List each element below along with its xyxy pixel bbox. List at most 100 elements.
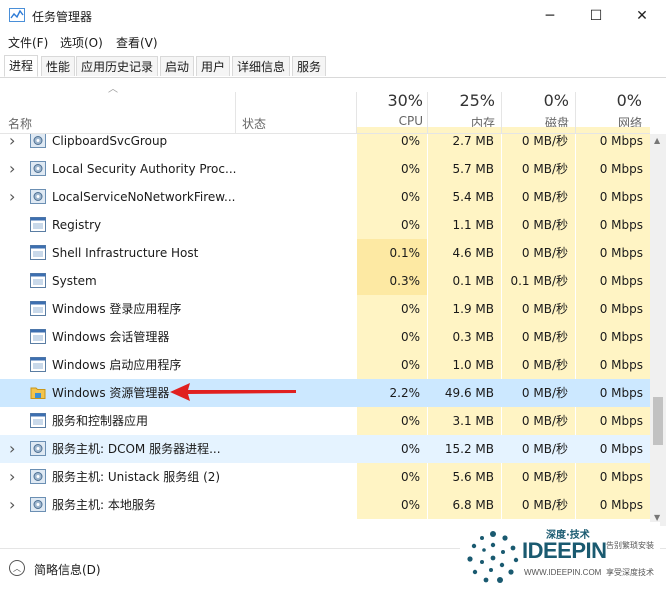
process-row[interactable]: Windows 启动应用程序 0% 1.0 MB 0 MB/秒 0 Mbps xyxy=(0,351,650,379)
cpu-value: 0% xyxy=(400,442,420,456)
process-row[interactable]: › Local Security Authority Proc... 0% 5.7 M… xyxy=(0,155,650,183)
expand-chevron-icon[interactable]: › xyxy=(9,435,15,463)
tab-performance[interactable]: 性能 xyxy=(41,56,76,76)
cpu-value: 0% xyxy=(357,351,427,379)
menu-options[interactable]: 选项(O) xyxy=(60,34,103,51)
process-name: Windows 会话管理器 xyxy=(52,330,170,344)
cpu-value: 0.3% xyxy=(357,267,427,295)
network-value: 0 Mbps xyxy=(576,239,650,267)
process-row[interactable]: Windows 登录应用程序 0% 1.9 MB 0 MB/秒 0 Mbps xyxy=(0,295,650,323)
gear-icon xyxy=(30,469,46,484)
memory-total[interactable]: 25% xyxy=(428,91,495,110)
process-name: 服务主机: DCOM 服务器进程... xyxy=(52,442,221,456)
close-button[interactable]: ✕ xyxy=(619,0,665,31)
process-row[interactable]: Windows 资源管理器 2.2% 49.6 MB 0 MB/秒 0 Mbps xyxy=(0,379,650,407)
process-row[interactable]: System 0.3% 0.1 MB 0.1 MB/秒 0 Mbps xyxy=(0,267,650,295)
process-name: 服务和控制器应用 xyxy=(52,414,149,428)
process-row[interactable]: Windows 会话管理器 0% 0.3 MB 0 MB/秒 0 Mbps xyxy=(0,323,650,351)
menu-bar: 文件(F) 选项(O) 查看(V) xyxy=(0,31,666,53)
window-icon xyxy=(30,245,46,260)
network-value: 0 Mbps xyxy=(576,407,650,435)
memory-value: 49.6 MB xyxy=(444,386,494,400)
cpu-value: 0% xyxy=(357,407,427,435)
process-row[interactable]: › 服务主机: 本地服务 0% 6.8 MB 0 MB/秒 0 Mbps xyxy=(0,491,650,519)
cpu-value: 0% xyxy=(357,323,427,351)
cpu-value: 2.2% xyxy=(389,386,421,400)
expand-chevron-icon[interactable]: › xyxy=(9,155,15,183)
maximize-button[interactable]: ☐ xyxy=(573,0,619,31)
tab-startup[interactable]: 启动 xyxy=(160,56,195,76)
cpu-total[interactable]: 30% xyxy=(357,91,423,110)
collapse-up-icon[interactable]: ︿ xyxy=(9,560,25,576)
watermark-url: WWW.IDEEPIN.COM xyxy=(524,568,602,577)
vertical-scrollbar[interactable] xyxy=(650,134,666,526)
fewer-details-link[interactable]: 简略信息(D) xyxy=(34,561,101,578)
ideepin-logo-icon xyxy=(467,531,519,583)
gear-icon xyxy=(30,161,46,176)
network-value: 0 Mbps xyxy=(576,323,650,351)
network-value: 0 Mbps xyxy=(576,463,650,491)
process-name: System xyxy=(52,274,97,288)
memory-value: 4.6 MB xyxy=(428,239,501,267)
window-icon xyxy=(30,273,46,288)
cpu-value: 0% xyxy=(357,491,427,519)
disk-total[interactable]: 0% xyxy=(502,91,569,110)
process-name: Windows 启动应用程序 xyxy=(52,358,182,372)
process-name: Windows 资源管理器 xyxy=(52,386,170,400)
disk-value: 0.1 MB/秒 xyxy=(502,267,575,295)
header-divider xyxy=(0,133,650,134)
memory-value: 5.4 MB xyxy=(428,183,501,211)
scroll-thumb[interactable] xyxy=(653,397,663,445)
process-name: Shell Infrastructure Host xyxy=(52,246,199,260)
ideepin-watermark: 深度·技术 IDEEPIN 告别繁琐安装 WWW.IDEEPIN.COM 享受深… xyxy=(460,522,660,590)
window-icon xyxy=(30,217,46,232)
gear-icon xyxy=(30,189,46,204)
disk-value: 0 MB/秒 xyxy=(502,211,575,239)
cpu-value: 0% xyxy=(357,211,427,239)
scroll-up-icon[interactable]: ▲ xyxy=(654,136,660,145)
expand-chevron-icon[interactable]: › xyxy=(9,127,15,155)
column-cpu[interactable]: CPU xyxy=(357,114,423,128)
title-bar: 任务管理器 ─ ☐ ✕ xyxy=(0,0,666,31)
cpu-value: 0% xyxy=(357,127,427,155)
memory-value: 0.3 MB xyxy=(428,323,501,351)
scroll-down-icon[interactable]: ▼ xyxy=(654,513,660,522)
memory-value: 6.8 MB xyxy=(428,491,501,519)
network-total[interactable]: 0% xyxy=(576,91,642,110)
tab-details[interactable]: 详细信息 xyxy=(232,56,291,76)
menu-view[interactable]: 查看(V) xyxy=(116,34,158,51)
task-manager-icon xyxy=(9,8,25,22)
expand-chevron-icon[interactable]: › xyxy=(9,491,15,519)
disk-value: 0 MB/秒 xyxy=(521,386,568,400)
window-icon xyxy=(30,301,46,316)
process-row[interactable]: Registry 0% 1.1 MB 0 MB/秒 0 Mbps xyxy=(0,211,650,239)
gear-icon xyxy=(30,133,46,148)
network-value: 0 Mbps xyxy=(576,211,650,239)
cpu-value: 0% xyxy=(357,463,427,491)
disk-value: 0 MB/秒 xyxy=(502,323,575,351)
expand-chevron-icon[interactable]: › xyxy=(9,183,15,211)
tab-services[interactable]: 服务 xyxy=(292,56,327,76)
process-row[interactable]: 服务和控制器应用 0% 3.1 MB 0 MB/秒 0 Mbps xyxy=(0,407,650,435)
process-row[interactable]: › 服务主机: Unistack 服务组 (2) 0% 5.6 MB 0 MB/秒 0 M… xyxy=(0,463,650,491)
folder-icon xyxy=(30,387,46,399)
expand-chevron-icon[interactable]: › xyxy=(9,463,15,491)
process-row[interactable]: › ClipboardSvcGroup 0% 2.7 MB 0 MB/秒 0 Mbps xyxy=(0,127,650,155)
minimize-button[interactable]: ─ xyxy=(527,0,573,31)
tab-app-history[interactable]: 应用历史记录 xyxy=(76,56,159,76)
process-row[interactable]: › LocalServiceNoNetworkFirew... 0% 5.4 MB 0 … xyxy=(0,183,650,211)
network-value: 0 Mbps xyxy=(599,386,643,400)
tab-processes[interactable]: 进程 xyxy=(4,55,39,77)
menu-file[interactable]: 文件(F) xyxy=(8,34,48,51)
process-name: ClipboardSvcGroup xyxy=(52,134,168,148)
process-row[interactable]: Shell Infrastructure Host 0.1% 4.6 MB 0 MB/… xyxy=(0,239,650,267)
process-name: Local Security Authority Proc... xyxy=(52,162,237,176)
process-row[interactable]: › 服务主机: DCOM 服务器进程... 0% 15.2 MB 0 MB/秒 0 Mbp… xyxy=(0,435,650,463)
watermark-brand: IDEEPIN xyxy=(522,538,607,563)
disk-value: 0 MB/秒 xyxy=(502,239,575,267)
disk-value: 0 MB/秒 xyxy=(502,295,575,323)
window-icon xyxy=(30,329,46,344)
tab-users[interactable]: 用户 xyxy=(196,56,231,76)
network-value: 0 Mbps xyxy=(576,127,650,155)
memory-value: 15.2 MB xyxy=(444,442,494,456)
